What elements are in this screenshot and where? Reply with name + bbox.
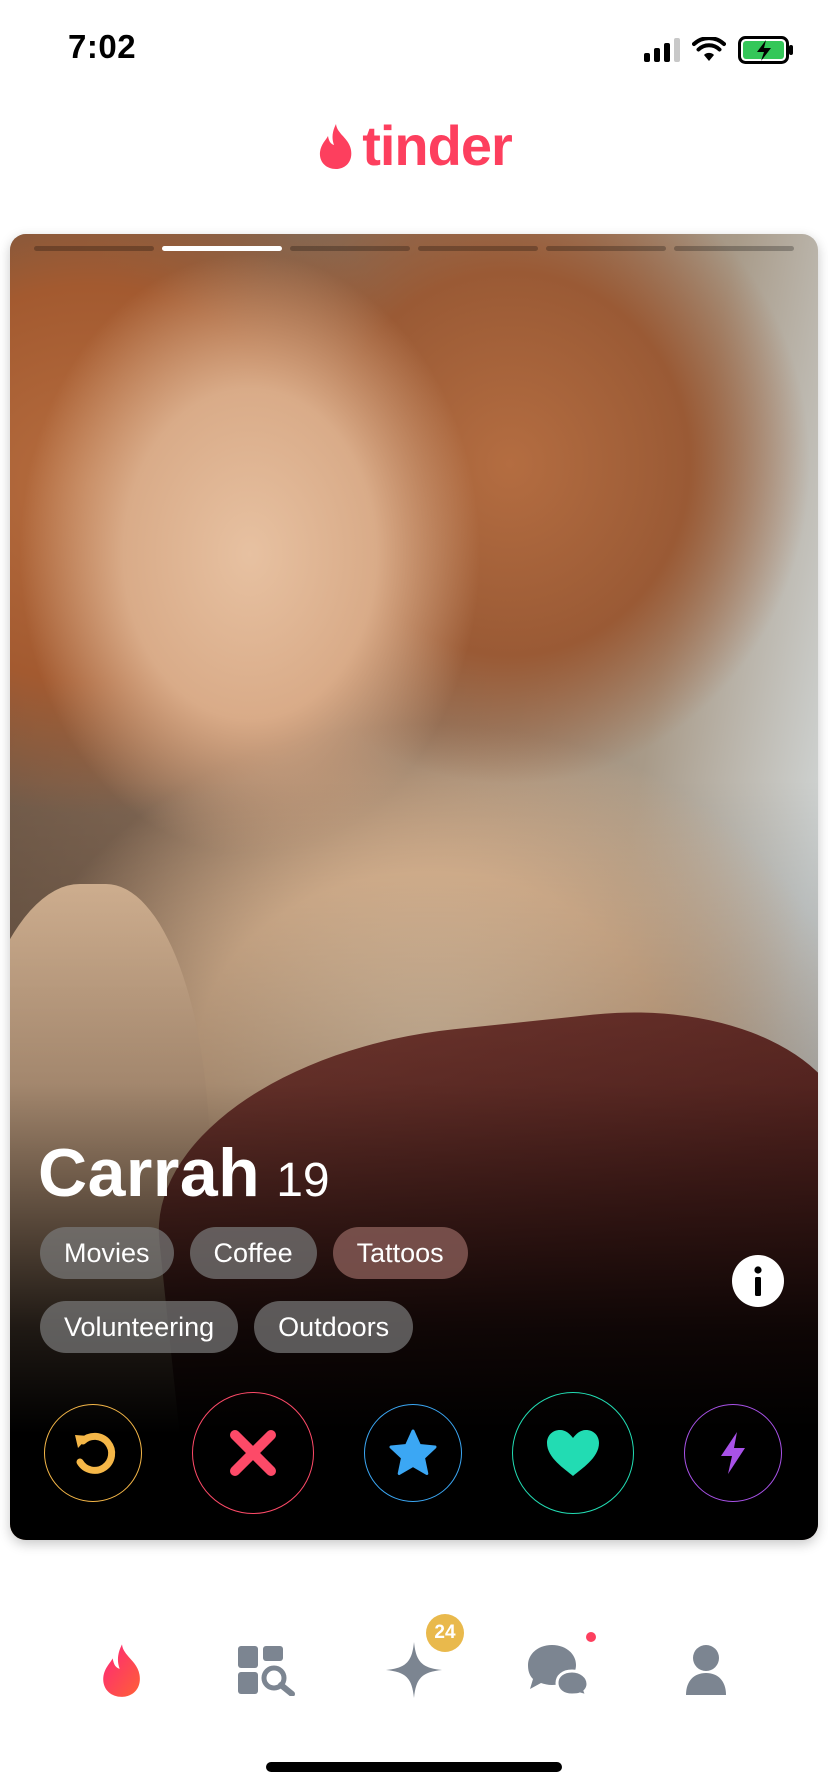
new-message-dot	[586, 1632, 596, 1642]
photo-progress-bar	[34, 246, 794, 251]
home-indicator[interactable]	[266, 1762, 562, 1772]
close-icon	[230, 1430, 276, 1476]
photo-progress-segment[interactable]	[290, 246, 410, 251]
photo-progress-segment[interactable]	[418, 246, 538, 251]
explore-icon	[238, 1646, 295, 1696]
profile-name: Carrah	[38, 1135, 261, 1211]
photo-progress-segment[interactable]	[674, 246, 794, 251]
interest-tag: Volunteering	[40, 1301, 239, 1353]
interest-tag: Outdoors	[254, 1301, 414, 1353]
boost-button[interactable]	[684, 1404, 782, 1502]
bolt-icon	[721, 1432, 745, 1474]
nav-explore[interactable]	[226, 1630, 306, 1710]
status-icons	[644, 36, 794, 64]
battery-charging-icon	[738, 36, 793, 64]
messages-icon	[528, 1645, 590, 1697]
logo-text: tinder	[362, 114, 513, 177]
bottom-nav: 24	[0, 1614, 828, 1730]
cellular-signal-icon	[644, 38, 680, 62]
profile-icon	[686, 1645, 726, 1695]
interest-tag: Coffee	[189, 1227, 317, 1279]
nav-messages[interactable]	[518, 1630, 598, 1710]
like-button[interactable]	[512, 1392, 634, 1514]
status-time: 7:02	[68, 28, 137, 65]
info-icon	[754, 1266, 762, 1296]
profile-info-button[interactable]	[732, 1255, 784, 1307]
profile-name-row[interactable]: Carrah 19	[38, 1134, 330, 1212]
heart-icon	[547, 1430, 599, 1476]
star-icon	[389, 1429, 437, 1475]
profile-age: 19	[276, 1154, 330, 1207]
nope-button[interactable]	[192, 1392, 314, 1514]
tinder-flame-logo-icon	[320, 124, 352, 169]
interest-tag-shared: Tattoos	[332, 1227, 468, 1279]
interest-tags: Movies Coffee Tattoos Volunteering Outdo…	[40, 1227, 560, 1353]
status-bar: 7:02	[0, 0, 828, 100]
likes-count-badge: 24	[426, 1614, 464, 1652]
action-bar	[10, 1392, 818, 1516]
nav-profile[interactable]	[666, 1630, 746, 1710]
interest-tag: Movies	[40, 1227, 174, 1279]
app-logo: tinder	[0, 118, 828, 174]
nav-discover[interactable]	[82, 1630, 162, 1710]
photo-progress-segment-active[interactable]	[162, 246, 282, 251]
photo-progress-segment[interactable]	[34, 246, 154, 251]
profile-card[interactable]: Carrah 19 Movies Coffee Tattoos Voluntee…	[10, 234, 818, 1540]
wifi-icon	[692, 37, 726, 61]
photo-progress-segment[interactable]	[546, 246, 666, 251]
rewind-button[interactable]	[44, 1404, 142, 1502]
rewind-icon	[75, 1432, 116, 1474]
tinder-flame-icon	[103, 1644, 140, 1697]
super-like-button[interactable]	[364, 1404, 462, 1502]
